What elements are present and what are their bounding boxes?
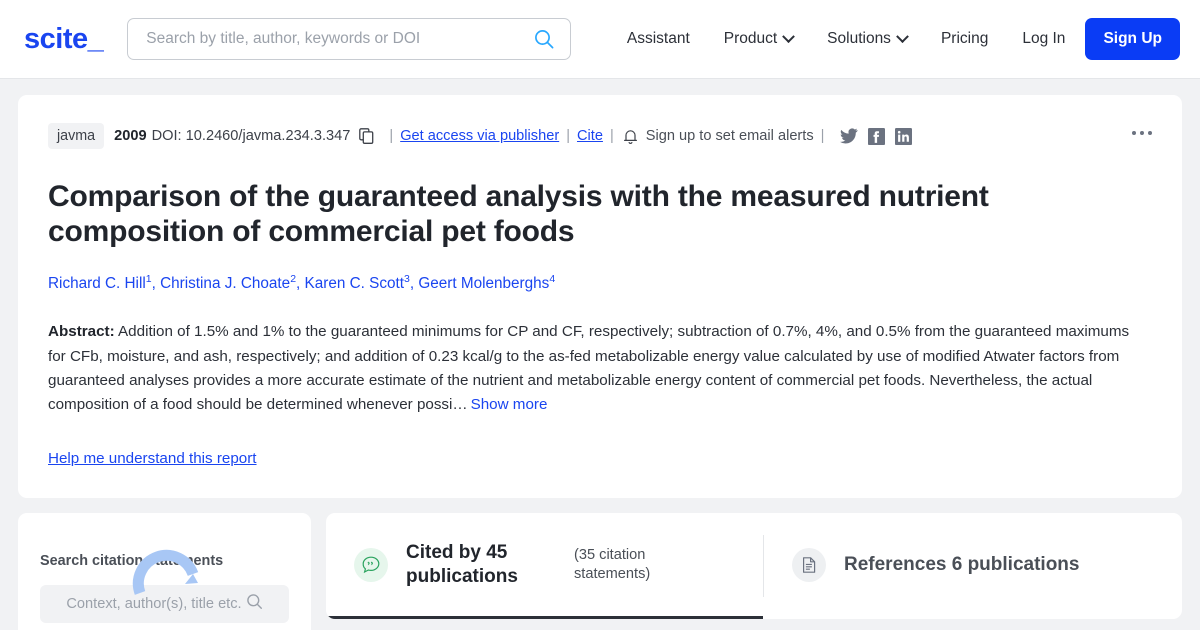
page-content: javma 2009 DOI: 10.2460/javma.234.3.347 … — [0, 79, 1200, 498]
citation-search-placeholder: Context, author(s), title etc. — [66, 596, 241, 612]
nav-item-product[interactable]: Product — [707, 22, 810, 56]
twitter-icon[interactable] — [840, 128, 858, 144]
search-input[interactable] — [146, 30, 532, 48]
page-title: Comparison of the guaranteed analysis wi… — [48, 179, 1028, 250]
tab-references-label: References 6 publications — [844, 553, 1079, 578]
nav-label-assistant: Assistant — [627, 30, 690, 48]
facebook-icon[interactable] — [868, 128, 885, 145]
chevron-down-icon — [782, 30, 795, 43]
journal-badge[interactable]: javma — [48, 123, 104, 149]
more-options-icon[interactable] — [1126, 125, 1158, 141]
author-affiliation: 4 — [549, 273, 555, 285]
author-name: Christina J. Choate — [160, 275, 290, 292]
author-name: Karen C. Scott — [305, 275, 404, 292]
author-list: Richard C. Hill1, Christina J. Choate2, … — [48, 272, 1150, 295]
abstract-body: Addition of 1.5% and 1% to the guarantee… — [48, 323, 1129, 413]
chevron-down-icon — [896, 30, 909, 43]
email-alerts-label[interactable]: Sign up to set email alerts — [646, 128, 814, 144]
show-more-link[interactable]: Show more — [471, 396, 548, 413]
sign-up-button[interactable]: Sign Up — [1085, 18, 1180, 60]
author-link[interactable]: Richard C. Hill1 — [48, 275, 152, 292]
abstract-label: Abstract: — [48, 323, 115, 340]
tab-cited-by[interactable]: Cited by 45 publications (35 citation st… — [326, 513, 763, 619]
global-search-box[interactable] — [127, 18, 571, 60]
publication-year: 2009 — [114, 128, 146, 144]
separator: | — [610, 128, 614, 144]
doi-text: DOI: 10.2460/javma.234.3.347 — [152, 128, 351, 144]
social-share-group — [840, 128, 912, 145]
separator: | — [389, 128, 393, 144]
tab-cited-by-label: Cited by 45 publications — [406, 541, 556, 590]
copy-icon[interactable] — [359, 128, 374, 144]
author-name: Richard C. Hill — [48, 275, 146, 292]
paper-metadata-row: javma 2009 DOI: 10.2460/javma.234.3.347 … — [48, 123, 1150, 149]
bell-icon[interactable] — [623, 128, 638, 145]
document-icon — [792, 548, 826, 582]
nav-label-pricing: Pricing — [941, 30, 988, 48]
linkedin-icon[interactable] — [895, 128, 912, 145]
citation-search-panel: Search citation statements Context, auth… — [18, 513, 311, 630]
author-link[interactable]: Christina J. Choate2 — [160, 275, 296, 292]
main-navigation: Assistant Product Solutions Pricing Log … — [610, 18, 1180, 60]
nav-label-login: Log In — [1022, 30, 1065, 48]
search-icon[interactable] — [532, 27, 556, 51]
scite-logo[interactable]: scite_ — [24, 23, 103, 56]
cite-link[interactable]: Cite — [577, 128, 603, 144]
author-link[interactable]: Geert Molenberghs4 — [418, 275, 555, 292]
bottom-section: Search citation statements Context, auth… — [0, 498, 1200, 630]
author-separator: , — [296, 275, 305, 292]
tab-references[interactable]: References 6 publications — [764, 513, 1182, 619]
separator: | — [821, 128, 825, 144]
separator: | — [566, 128, 570, 144]
quote-bubble-icon — [354, 548, 388, 582]
nav-item-solutions[interactable]: Solutions — [810, 22, 924, 56]
nav-label-product: Product — [724, 30, 777, 48]
nav-item-assistant[interactable]: Assistant — [610, 22, 707, 56]
publication-tabs: Cited by 45 publications (35 citation st… — [326, 513, 1182, 619]
help-understand-report-link[interactable]: Help me understand this report — [48, 450, 257, 467]
get-access-link[interactable]: Get access via publisher — [400, 128, 559, 144]
author-link[interactable]: Karen C. Scott3 — [305, 275, 410, 292]
tab-cited-by-statements: (35 citation statements) — [574, 546, 684, 584]
abstract-text: Abstract: Addition of 1.5% and 1% to the… — [48, 320, 1150, 417]
author-name: Geert Molenberghs — [418, 275, 549, 292]
citation-search-input[interactable]: Context, author(s), title etc. — [40, 585, 289, 623]
search-icon[interactable] — [246, 593, 263, 614]
author-separator: , — [152, 275, 161, 292]
nav-item-pricing[interactable]: Pricing — [924, 22, 1005, 56]
nav-item-login[interactable]: Log In — [1005, 22, 1085, 56]
nav-label-solutions: Solutions — [827, 30, 891, 48]
site-header: scite_ Assistant Product Solutions Prici… — [0, 0, 1200, 79]
paper-card: javma 2009 DOI: 10.2460/javma.234.3.347 … — [18, 95, 1182, 498]
citation-search-title: Search citation statements — [40, 553, 289, 569]
